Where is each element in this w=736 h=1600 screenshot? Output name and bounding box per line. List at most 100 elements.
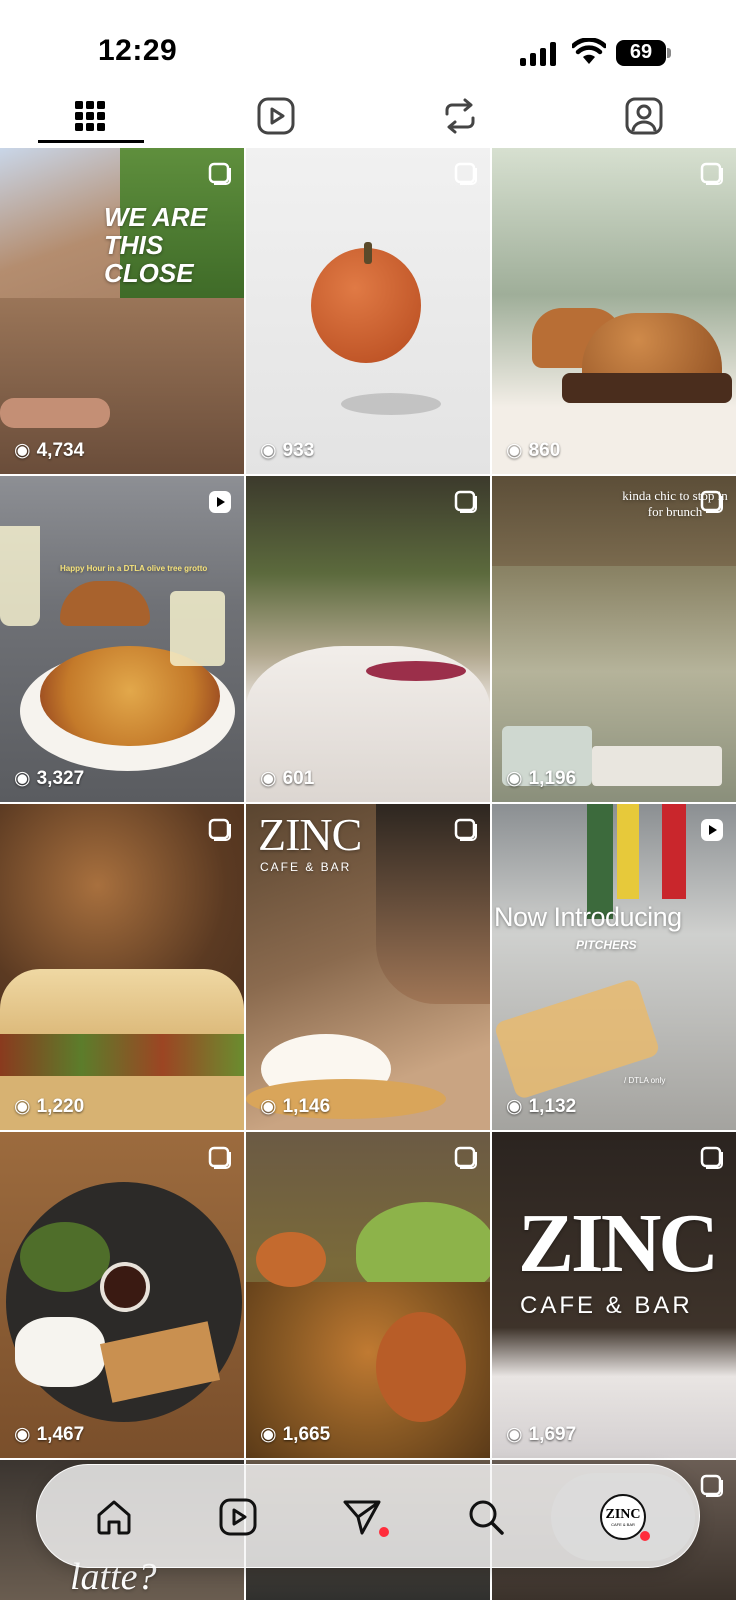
view-count: ◉ 1,196 — [506, 767, 577, 790]
view-count: ◉ 601 — [260, 767, 315, 790]
notification-dot — [379, 1527, 389, 1537]
post-overlay-note: / DTLA only — [624, 1076, 666, 1085]
home-icon — [97, 1500, 131, 1535]
pumpkin-stem — [364, 242, 372, 264]
post-overlay-text: WE ARE THIS CLOSE — [104, 202, 208, 288]
tab-tagged[interactable] — [592, 86, 696, 146]
carousel-icon — [700, 490, 723, 513]
carousel-icon — [454, 1146, 477, 1169]
dip-bowl — [100, 1262, 150, 1312]
bottom-nav-bar: ZINC CAFE & BAR — [36, 1464, 700, 1568]
post-tile[interactable]: ◉ 1,467 — [0, 1132, 244, 1458]
post-overlay-brand: ZINC — [518, 1197, 719, 1290]
slider-patty — [562, 373, 732, 403]
reels-icon — [219, 1498, 257, 1536]
eye-icon: ◉ — [506, 440, 523, 461]
carousel-icon — [454, 818, 477, 841]
battery-cap — [667, 48, 671, 58]
wifi-icon — [572, 38, 606, 64]
carousel-icon — [700, 162, 723, 185]
hand-shape — [0, 398, 110, 428]
eye-icon: ◉ — [14, 440, 31, 461]
eye-icon: ◉ — [260, 1424, 277, 1445]
post-tile[interactable]: Happy Hour in a DTLA olive tree grotto ◉… — [0, 476, 244, 802]
feta — [15, 1317, 105, 1387]
posts-grid: WE ARE THIS CLOSE ◉ 4,734 ◉ 933 ◉ 860 Happy… — [0, 148, 736, 1600]
reel-icon — [701, 819, 723, 841]
view-count: ◉ 1,132 — [506, 1095, 577, 1118]
reels-icon — [257, 97, 295, 135]
post-overlay-text: Now Introducing — [494, 902, 682, 932]
avatar-text: ZINC — [605, 1506, 641, 1522]
post-tile[interactable]: ◉ 933 — [246, 148, 490, 474]
post-tile[interactable]: WE ARE THIS CLOSE ◉ 4,734 — [0, 148, 244, 474]
post-tile[interactable]: ◉ 860 — [492, 148, 736, 474]
avatar-subtext: CAFE & BAR — [611, 1521, 635, 1527]
table — [592, 746, 722, 786]
tap-handle — [617, 804, 639, 899]
post-tile[interactable]: Now Introducing PITCHERS / DTLA only ◉ 1,… — [492, 804, 736, 1130]
eye-icon: ◉ — [260, 768, 277, 789]
carousel-icon — [208, 162, 231, 185]
eye-icon: ◉ — [14, 1096, 31, 1117]
carousel-icon — [700, 1146, 723, 1169]
salad — [20, 1222, 110, 1292]
nav-home[interactable] — [59, 1465, 169, 1569]
view-count: ◉ 860 — [506, 439, 561, 462]
nav-search[interactable] — [431, 1465, 541, 1569]
view-count: ◉ 1,146 — [260, 1095, 331, 1118]
slider-bun — [60, 581, 150, 626]
status-time: 12:29 — [98, 34, 178, 67]
post-overlay-brand: ZINC — [258, 809, 362, 860]
post-tile[interactable]: ZINC CAFE & BAR ◉ 1,146 — [246, 804, 490, 1130]
tab-reels[interactable] — [224, 86, 328, 146]
post-overlay-text-sub: PITCHERS — [576, 938, 637, 952]
carousel-icon — [208, 1146, 231, 1169]
notification-dot — [640, 1531, 650, 1541]
eye-icon: ◉ — [506, 1424, 523, 1445]
tagged-icon — [625, 97, 663, 135]
repost-icon — [445, 98, 475, 134]
pumpkin-shape — [311, 248, 421, 363]
eye-icon: ◉ — [506, 768, 523, 789]
carousel-icon — [454, 162, 477, 185]
eye-icon: ◉ — [260, 1096, 277, 1117]
sandwich-filling — [0, 1034, 244, 1079]
shrimp — [376, 1312, 466, 1422]
post-overlay-brand-sub: CAFE & BAR — [520, 1292, 693, 1319]
carousel-icon — [700, 1474, 723, 1497]
post-tile[interactable]: kinda chic to stop in for brunch ◉ 1,196 — [492, 476, 736, 802]
view-count: ◉ 1,220 — [14, 1095, 85, 1118]
cocktail-glass — [0, 526, 40, 626]
nav-profile[interactable]: ZINC CAFE & BAR — [568, 1465, 678, 1569]
post-tile[interactable]: ZINC CAFE & BAR ◉ 1,697 — [492, 1132, 736, 1458]
post-overlay-brand-sub: CAFE & BAR — [260, 860, 352, 874]
nav-messages[interactable] — [307, 1465, 417, 1569]
profile-tabs — [0, 86, 736, 146]
tap-handle — [662, 804, 686, 899]
eye-icon: ◉ — [260, 440, 277, 461]
eye-icon: ◉ — [14, 768, 31, 789]
view-count: ◉ 1,467 — [14, 1423, 85, 1446]
battery-indicator: 69 — [616, 40, 666, 66]
profile-avatar: ZINC CAFE & BAR — [600, 1494, 646, 1540]
eye-icon: ◉ — [506, 1096, 523, 1117]
post-tile[interactable]: ◉ 1,665 — [246, 1132, 490, 1458]
status-bar: 12:29 69 — [0, 0, 736, 86]
tab-grid[interactable] — [38, 86, 142, 146]
carousel-icon — [454, 490, 477, 513]
drink-glass — [170, 591, 225, 666]
active-tab-indicator — [38, 140, 144, 143]
eye-icon: ◉ — [14, 1424, 31, 1445]
cellular-signal-icon — [520, 42, 560, 66]
post-tile[interactable]: ◉ 601 — [246, 476, 490, 802]
tab-reposts[interactable] — [408, 86, 512, 146]
view-count: ◉ 933 — [260, 439, 315, 462]
view-count: ◉ 4,734 — [14, 439, 85, 462]
post-tile[interactable]: ◉ 1,220 — [0, 804, 244, 1130]
shrimp — [256, 1232, 326, 1287]
nav-reels[interactable] — [183, 1465, 293, 1569]
send-icon — [343, 1500, 381, 1535]
view-count: ◉ 1,665 — [260, 1423, 331, 1446]
pumpkin-shadow — [341, 393, 441, 415]
